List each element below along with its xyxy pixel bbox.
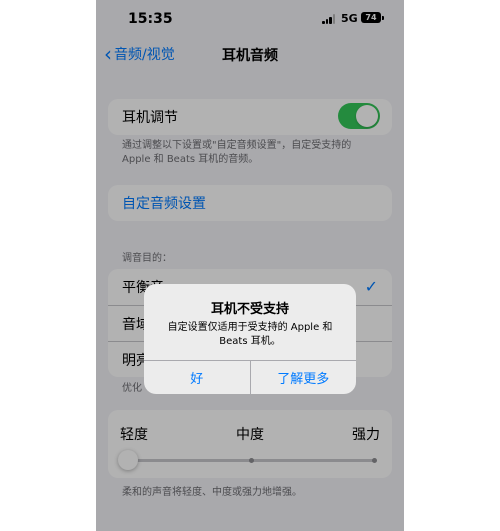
modal-backdrop [96, 0, 404, 531]
ok-button[interactable]: 好 [144, 361, 250, 394]
phone-screen: 15:35 5G 74 ‹ 音频/视觉 耳机音频 耳机调节 通过调整以下设置或"… [96, 0, 404, 531]
learn-more-button[interactable]: 了解更多 [249, 361, 357, 394]
alert-message: 自定设置仅适用于受支持的 Apple 和 Beats 耳机。 [144, 321, 356, 349]
alert-actions: 好 了解更多 [144, 360, 356, 394]
alert-message-line-2: Beats 耳机。 [219, 336, 281, 347]
unsupported-alert: 耳机不受支持 自定设置仅适用于受支持的 Apple 和 Beats 耳机。 好 … [144, 284, 356, 394]
alert-message-line-1: 自定设置仅适用于受支持的 Apple 和 [167, 322, 333, 333]
alert-title: 耳机不受支持 [210, 302, 289, 317]
